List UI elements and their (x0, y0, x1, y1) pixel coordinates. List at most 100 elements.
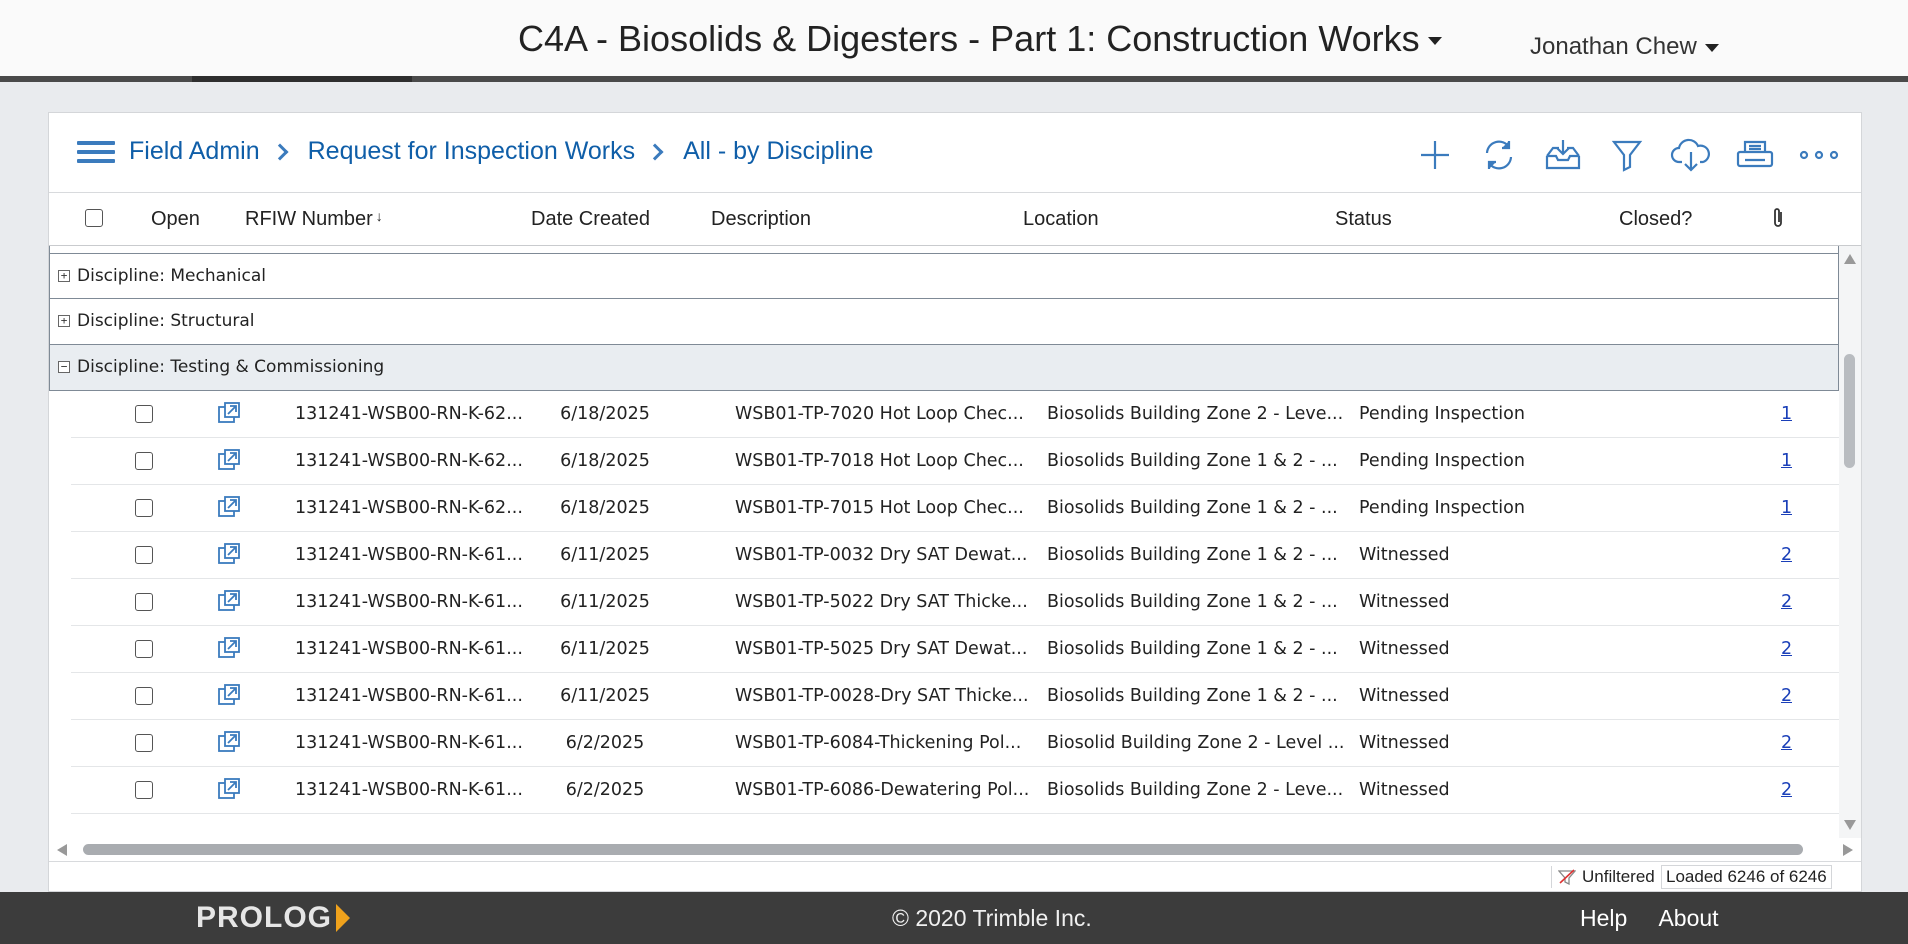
filter-button[interactable] (1595, 135, 1659, 175)
attachments-link[interactable]: 2 (1781, 639, 1792, 659)
open-record-icon[interactable] (217, 401, 241, 430)
footer: PROLOG © 2020 Trimble Inc. Help About (0, 892, 1908, 944)
attachments-link[interactable]: 2 (1781, 733, 1792, 753)
table-row[interactable]: 131241-WSB00-RN-K-61... 6/2/2025 WSB01-TP-… (71, 767, 1839, 814)
select-all-checkbox[interactable] (85, 209, 103, 227)
cell-rfiw-number: 131241-WSB00-RN-K-61... (295, 686, 523, 706)
attachments-link[interactable]: 1 (1781, 451, 1792, 471)
cell-description: WSB01-TP-5022 Dry SAT Thicke... (735, 592, 1028, 612)
cell-status: Witnessed (1359, 733, 1450, 753)
table-row[interactable]: 131241-WSB00-RN-K-61... 6/11/2025 WSB01-TP… (71, 626, 1839, 673)
attachments-link[interactable]: 1 (1781, 498, 1792, 518)
group-discipline-testing-commissioning[interactable]: − Discipline: Testing & Commissioning (49, 345, 1839, 391)
cell-rfiw-number: 131241-WSB00-RN-K-62... (295, 451, 523, 471)
horizontal-scrollbar[interactable] (49, 838, 1861, 862)
column-location[interactable]: Location (1023, 208, 1099, 231)
cell-status: Pending Inspection (1359, 498, 1525, 518)
refresh-icon (1485, 140, 1513, 170)
open-record-icon[interactable] (217, 730, 241, 759)
row-checkbox[interactable] (135, 546, 153, 569)
add-button[interactable] (1403, 135, 1467, 175)
table-row[interactable]: 131241-WSB00-RN-K-62... 6/18/2025 WSB01-TP… (71, 438, 1839, 485)
print-icon (1736, 140, 1774, 168)
grid-body: + Discipline: Mechanical + Discipline: S… (49, 246, 1839, 838)
column-rfiw-number[interactable]: RFIW Number ↓ (245, 208, 383, 231)
row-checkbox[interactable] (135, 687, 153, 710)
column-date-created[interactable]: Date Created (531, 208, 650, 231)
open-record-icon[interactable] (217, 636, 241, 665)
row-checkbox[interactable] (135, 781, 153, 804)
logo-text: PROLOG (196, 901, 333, 934)
row-checkbox[interactable] (135, 640, 153, 663)
inbox-download-icon (1545, 140, 1581, 170)
open-record-icon[interactable] (217, 495, 241, 524)
cell-description: WSB01-TP-5025 Dry SAT Dewat... (735, 639, 1028, 659)
open-record-icon[interactable] (217, 542, 241, 571)
more-icon (1799, 150, 1839, 160)
import-button[interactable] (1531, 135, 1595, 175)
row-checkbox[interactable] (135, 499, 153, 522)
collapse-icon[interactable]: − (58, 361, 70, 373)
project-selector[interactable]: C4A - Biosolids & Digesters - Part 1: Co… (518, 18, 1442, 60)
table-row[interactable]: 131241-WSB00-RN-K-62... 6/18/2025 WSB01-TP… (71, 485, 1839, 532)
print-button[interactable] (1723, 135, 1787, 175)
cell-location: Biosolid Building Zone 2 - Level ... (1047, 733, 1345, 753)
table-row[interactable]: 131241-WSB00-RN-K-61... 6/11/2025 WSB01-TP… (71, 673, 1839, 720)
cell-location: Biosolids Building Zone 1 & 2 - ... (1047, 545, 1338, 565)
table-row[interactable]: 131241-WSB00-RN-K-61... 6/2/2025 WSB01-TP-… (71, 720, 1839, 767)
column-closed[interactable]: Closed? (1619, 208, 1692, 231)
cell-rfiw-number: 131241-WSB00-RN-K-62... (295, 498, 523, 518)
scroll-down-icon[interactable] (1844, 820, 1856, 830)
refresh-button[interactable] (1467, 135, 1531, 175)
row-checkbox[interactable] (135, 452, 153, 475)
help-link[interactable]: Help (1580, 905, 1627, 931)
column-attachments[interactable] (1771, 206, 1785, 236)
table-row[interactable]: 131241-WSB00-RN-K-61... 6/11/2025 WSB01-TP… (71, 579, 1839, 626)
cell-date-created: 6/11/2025 (560, 592, 650, 612)
attachments-link[interactable]: 2 (1781, 780, 1792, 800)
cell-status: Witnessed (1359, 545, 1450, 565)
cloud-download-button[interactable] (1659, 135, 1723, 175)
attachments-link[interactable]: 1 (1781, 404, 1792, 424)
filter-status[interactable]: Unfiltered (1551, 866, 1655, 888)
attachments-link[interactable]: 2 (1781, 545, 1792, 565)
row-checkbox[interactable] (135, 405, 153, 428)
cell-rfiw-number: 131241-WSB00-RN-K-61... (295, 780, 523, 800)
cell-description: WSB01-TP-6086-Dewatering Pol... (735, 780, 1030, 800)
scroll-left-icon[interactable] (57, 844, 67, 856)
open-record-icon[interactable] (217, 448, 241, 477)
column-rfiw-number-label: RFIW Number (245, 208, 373, 230)
horizontal-scroll-thumb[interactable] (83, 844, 1803, 855)
column-description[interactable]: Description (711, 208, 811, 231)
user-menu[interactable]: Jonathan Chew (1530, 33, 1719, 61)
expand-icon[interactable]: + (58, 270, 70, 282)
row-checkbox[interactable] (135, 734, 153, 757)
attachments-link[interactable]: 2 (1781, 592, 1792, 612)
open-record-icon[interactable] (217, 589, 241, 618)
table-row[interactable]: 131241-WSB00-RN-K-61... 6/11/2025 WSB01-TP… (71, 532, 1839, 579)
cell-rfiw-number: 131241-WSB00-RN-K-61... (295, 545, 523, 565)
cell-date-created: 6/2/2025 (565, 780, 645, 800)
attachments-link[interactable]: 2 (1781, 686, 1792, 706)
breadcrumb-request-for-inspection[interactable]: Request for Inspection Works (308, 137, 635, 166)
more-button[interactable] (1787, 135, 1851, 175)
column-open[interactable]: Open (151, 208, 200, 231)
breadcrumb-field-admin[interactable]: Field Admin (129, 137, 260, 166)
scroll-up-icon[interactable] (1844, 254, 1856, 264)
group-discipline-structural[interactable]: + Discipline: Structural (49, 299, 1839, 345)
cell-location: Biosolids Building Zone 2 - Leve... (1047, 404, 1344, 424)
menu-icon[interactable] (77, 141, 115, 167)
column-status[interactable]: Status (1335, 208, 1392, 231)
scroll-right-icon[interactable] (1843, 844, 1853, 856)
breadcrumb-view[interactable]: All - by Discipline (683, 137, 873, 166)
open-record-icon[interactable] (217, 777, 241, 806)
open-record-icon[interactable] (217, 683, 241, 712)
table-row[interactable]: 131241-WSB00-RN-K-62... 6/18/2025 WSB01-TP… (71, 391, 1839, 438)
about-link[interactable]: About (1658, 905, 1718, 931)
cell-description: WSB01-TP-6084-Thickening Pol... (735, 733, 1022, 753)
expand-icon[interactable]: + (58, 315, 70, 327)
group-discipline-mechanical[interactable]: + Discipline: Mechanical (49, 254, 1839, 299)
vertical-scrollbar[interactable] (1839, 246, 1861, 838)
row-checkbox[interactable] (135, 593, 153, 616)
vertical-scroll-thumb[interactable] (1844, 354, 1855, 468)
